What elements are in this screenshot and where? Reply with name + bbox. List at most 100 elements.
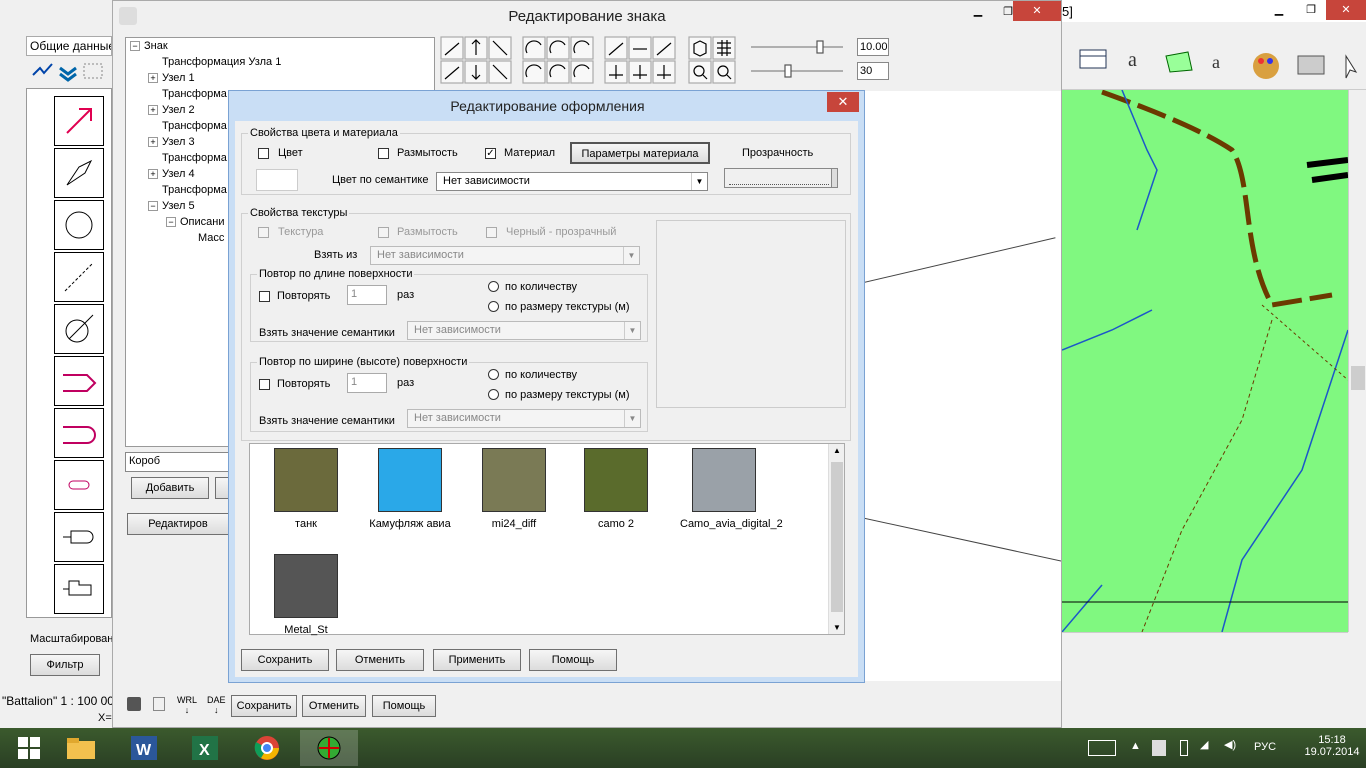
palette-plug[interactable] xyxy=(54,512,104,562)
semantic-color-select[interactable]: Нет зависимости ▼ xyxy=(436,172,708,191)
black-transparent-checkbox[interactable] xyxy=(486,227,497,238)
tree-node[interactable]: − Узел 5 xyxy=(148,200,195,212)
gis-app-icon[interactable] xyxy=(300,730,358,766)
editor-save-button[interactable]: Сохранить xyxy=(231,695,297,717)
tree-expander-icon[interactable]: + xyxy=(148,137,158,148)
color-swatch[interactable] xyxy=(256,169,298,191)
tree-expander-icon[interactable] xyxy=(148,57,158,67)
width-by-size-radio[interactable] xyxy=(488,389,499,400)
value-field-2[interactable]: 30 xyxy=(857,62,889,80)
blur-checkbox[interactable] xyxy=(378,148,389,159)
width-by-count-radio[interactable] xyxy=(488,369,499,380)
tree-expander-icon[interactable] xyxy=(148,153,158,163)
width-semantic-select[interactable]: Нет зависимости ▼ xyxy=(407,409,641,428)
palette-capsule[interactable] xyxy=(54,460,104,510)
palette-step[interactable] xyxy=(54,564,104,614)
palette-pointer[interactable] xyxy=(54,148,104,198)
dialog-apply-button[interactable]: Применить xyxy=(433,649,521,671)
width-count-input[interactable]: 1 xyxy=(347,373,387,393)
wrl-export-icon[interactable]: WRL ↓ xyxy=(177,695,197,715)
color-checkbox[interactable] xyxy=(258,148,269,159)
texture-item[interactable]: Metal_St xyxy=(262,554,350,636)
network-icon[interactable]: ◢ xyxy=(1200,738,1208,751)
tree-expander-icon[interactable]: + xyxy=(148,73,158,84)
tree-node[interactable]: + Узел 3 xyxy=(148,136,195,148)
clock[interactable]: 15:18 19.07.2014 xyxy=(1302,734,1362,758)
tree-node[interactable]: Масс xyxy=(184,232,224,244)
tree-expander-icon[interactable]: − xyxy=(166,217,176,228)
tree-expander-icon[interactable]: + xyxy=(148,105,158,116)
palette-circle[interactable] xyxy=(54,200,104,250)
word-icon[interactable]: W xyxy=(115,730,173,766)
map-vertical-scrollbar[interactable] xyxy=(1348,90,1366,632)
palette-rounded[interactable] xyxy=(54,408,104,458)
copy-icon[interactable] xyxy=(153,697,165,711)
tree-node[interactable]: + Узел 4 xyxy=(148,168,195,180)
value-field-1[interactable]: 10.00 xyxy=(857,38,889,56)
palette-pennant[interactable] xyxy=(54,356,104,406)
tree-node[interactable]: Трансформа xyxy=(148,152,227,164)
length-semantic-select[interactable]: Нет зависимости ▼ xyxy=(407,321,641,340)
volume-icon[interactable]: ◀) xyxy=(1224,738,1236,751)
file-explorer-icon[interactable] xyxy=(52,730,110,766)
tray-expand-icon[interactable]: ▲ xyxy=(1130,740,1141,752)
chrome-icon[interactable] xyxy=(238,730,296,766)
map-view[interactable] xyxy=(1062,90,1348,632)
filter-button[interactable]: Фильтр xyxy=(30,654,100,676)
tank-icon[interactable] xyxy=(127,697,141,711)
tree-expander-icon[interactable]: − xyxy=(148,201,158,212)
name-field[interactable]: Короб xyxy=(125,452,245,472)
texture-item[interactable]: Камуфляж авиа xyxy=(366,448,454,530)
tree-node[interactable]: − Описани xyxy=(166,216,225,228)
tree-node[interactable]: Трансформа xyxy=(148,184,227,196)
editor-help-button[interactable]: Помощь xyxy=(372,695,436,717)
take-from-select[interactable]: Нет зависимости ▼ xyxy=(370,246,640,265)
palette-arrow-red[interactable] xyxy=(54,96,104,146)
texture-item[interactable]: camo 2 xyxy=(572,448,660,530)
second-button-edge[interactable] xyxy=(215,477,229,499)
tree-expander-icon[interactable] xyxy=(184,233,194,243)
edit-button[interactable]: Редактиров xyxy=(127,513,229,535)
length-repeat-checkbox[interactable] xyxy=(259,291,270,302)
scroll-thumb[interactable] xyxy=(1351,366,1365,390)
editor-cancel-button[interactable]: Отменить xyxy=(302,695,366,717)
tree-node[interactable]: + Узел 1 xyxy=(148,72,195,84)
minimize-icon[interactable]: ▁ xyxy=(1262,0,1296,20)
texture-item[interactable]: mi24_diff xyxy=(470,448,558,530)
tree-node[interactable]: Трансформа xyxy=(148,88,227,100)
tree-expander-icon[interactable] xyxy=(148,185,158,195)
dialog-help-button[interactable]: Помощь xyxy=(529,649,617,671)
map-horizontal-scrollbar[interactable] xyxy=(1062,632,1348,650)
transparency-slider[interactable] xyxy=(724,168,838,188)
bg-toolbar-icons[interactable]: a a xyxy=(1066,46,1366,86)
texture-item[interactable]: Camo_avia_digital_2 xyxy=(680,448,783,530)
texture-item[interactable]: танк xyxy=(262,448,350,530)
tree-expander-icon[interactable] xyxy=(148,89,158,99)
battery-icon[interactable] xyxy=(1180,740,1188,756)
palette-toolbar[interactable] xyxy=(30,60,106,82)
palette-compass[interactable] xyxy=(54,304,104,354)
material-checkbox[interactable]: ✓ xyxy=(485,148,496,159)
dialog-close-icon[interactable]: ✕ xyxy=(827,92,859,112)
tree-node[interactable]: Трансформация Узла 1 xyxy=(148,56,281,68)
texture-list[interactable]: танк Камуфляж авиа mi24_diff camo 2 Camo_avi… xyxy=(249,443,845,636)
texture-blur-checkbox[interactable] xyxy=(378,227,389,238)
dae-export-icon[interactable]: DAE ↓ xyxy=(207,695,226,715)
close-icon[interactable]: ✕ xyxy=(1326,0,1366,20)
texture-list-scrollbar[interactable]: ▲ ▼ xyxy=(828,444,844,634)
tree-node[interactable]: − Знак xyxy=(130,40,168,52)
tree-node[interactable]: + Узел 2 xyxy=(148,104,195,116)
sign-editor-minimize-icon[interactable]: ▁ xyxy=(963,1,993,23)
action-center-icon[interactable] xyxy=(1152,740,1166,756)
width-repeat-checkbox[interactable] xyxy=(259,379,270,390)
material-params-button[interactable]: Параметры материала xyxy=(570,142,710,164)
add-button[interactable]: Добавить xyxy=(131,477,209,499)
tree-node[interactable]: Трансформа xyxy=(148,120,227,132)
restore-icon[interactable]: ❐ xyxy=(1296,0,1326,20)
sign-editor-close-icon[interactable]: ✕ xyxy=(1013,1,1061,21)
language-indicator[interactable]: РУС xyxy=(1254,741,1276,753)
dialog-save-button[interactable]: Сохранить xyxy=(241,649,329,671)
transform-toolbar[interactable] xyxy=(439,35,889,85)
tree-expander-icon[interactable]: + xyxy=(148,169,158,180)
length-count-input[interactable]: 1 xyxy=(347,285,387,305)
